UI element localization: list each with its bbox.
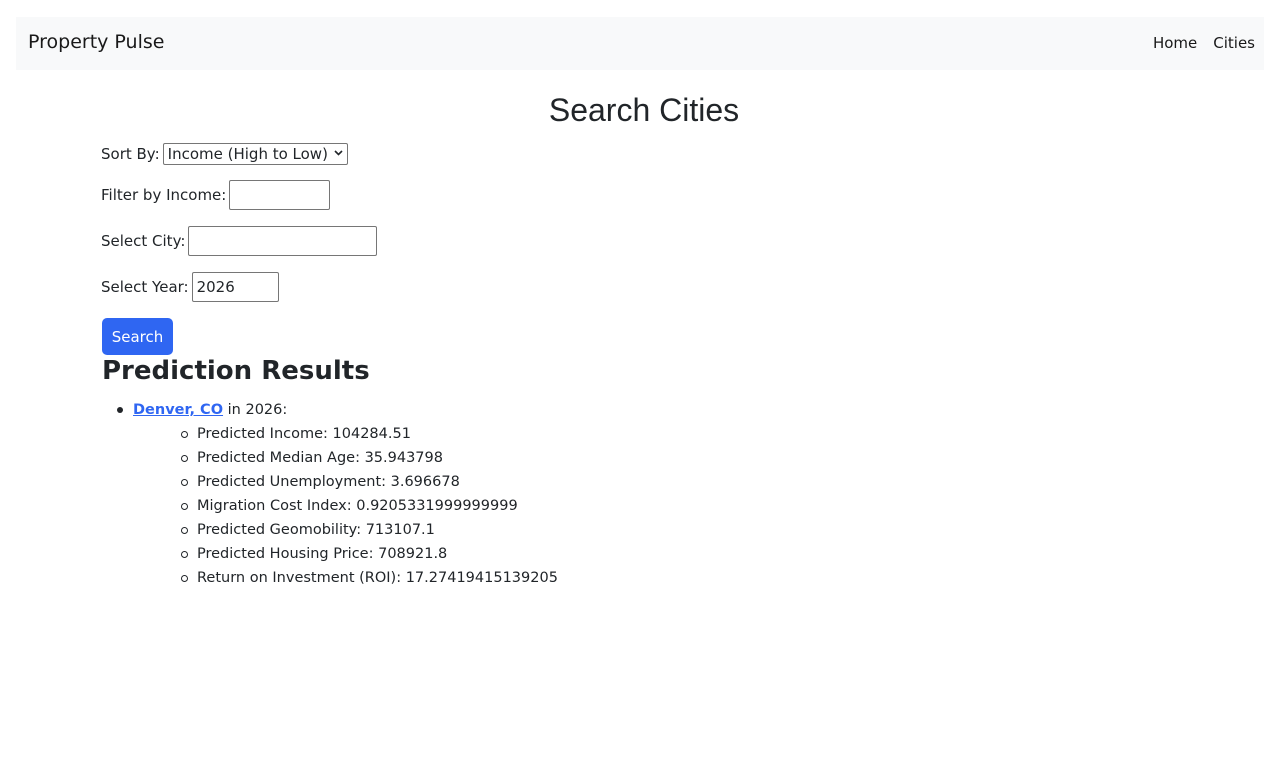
city-label: Select City: bbox=[101, 232, 186, 250]
navbar: Property Pulse Home Cities bbox=[16, 17, 1264, 70]
detail-unemployment: Predicted Unemployment: 3.696678 bbox=[197, 474, 460, 490]
circle-bullet-icon bbox=[181, 527, 188, 534]
detail-item: Return on Investment (ROI): 17.274194151… bbox=[133, 566, 558, 590]
circle-bullet-icon bbox=[181, 551, 188, 558]
detail-item: Migration Cost Index: 0.9205331999999999 bbox=[133, 494, 558, 518]
year-row: Select Year: bbox=[101, 272, 279, 302]
city-input[interactable] bbox=[188, 226, 378, 256]
page-title: Search Cities bbox=[548, 92, 740, 128]
chevron-down-icon bbox=[334, 149, 343, 159]
detail-item: Predicted Unemployment: 3.696678 bbox=[133, 470, 558, 494]
detail-item: Predicted Geomobility: 713107.1 bbox=[133, 518, 558, 542]
income-filter-input[interactable] bbox=[229, 180, 331, 210]
income-row: Filter by Income: bbox=[101, 180, 331, 210]
circle-bullet-icon bbox=[181, 431, 188, 438]
detail-migration-cost: Migration Cost Index: 0.9205331999999999 bbox=[197, 498, 518, 514]
brand-link[interactable]: Property Pulse bbox=[28, 31, 164, 53]
income-label: Filter by Income: bbox=[101, 186, 227, 204]
results-title: Prediction Results bbox=[102, 356, 370, 386]
detail-geomobility: Predicted Geomobility: 713107.1 bbox=[197, 522, 435, 538]
circle-bullet-icon bbox=[181, 479, 188, 486]
year-input[interactable] bbox=[191, 272, 279, 302]
nav-links: Home Cities bbox=[1153, 34, 1255, 52]
sort-select[interactable]: Income (High to Low) bbox=[162, 143, 348, 165]
result-item: Denver, CO in 2026: Predicted Income: 10… bbox=[101, 398, 558, 590]
city-link[interactable]: Denver, CO bbox=[133, 402, 223, 418]
sort-selected-value: Income (High to Low) bbox=[167, 145, 328, 163]
result-details: Predicted Income: 104284.51 Predicted Me… bbox=[133, 422, 558, 590]
bullet-icon bbox=[117, 407, 123, 413]
sort-label: Sort By: bbox=[101, 145, 160, 163]
detail-median-age: Predicted Median Age: 35.943798 bbox=[197, 450, 443, 466]
city-row: Select City: bbox=[101, 226, 378, 256]
detail-item: Predicted Income: 104284.51 bbox=[133, 422, 558, 446]
year-label: Select Year: bbox=[101, 278, 189, 296]
result-year-text: in 2026: bbox=[227, 402, 288, 418]
search-button[interactable]: Search bbox=[102, 318, 173, 355]
circle-bullet-icon bbox=[181, 575, 188, 582]
nav-link-home[interactable]: Home bbox=[1153, 34, 1197, 52]
detail-housing-price: Predicted Housing Price: 708921.8 bbox=[197, 546, 448, 562]
detail-item: Predicted Housing Price: 708921.8 bbox=[133, 542, 558, 566]
circle-bullet-icon bbox=[181, 503, 188, 510]
detail-item: Predicted Median Age: 35.943798 bbox=[133, 446, 558, 470]
sort-row: Sort By: Income (High to Low) bbox=[101, 142, 348, 166]
nav-link-cities[interactable]: Cities bbox=[1213, 34, 1255, 52]
detail-roi: Return on Investment (ROI): 17.274194151… bbox=[197, 570, 558, 586]
results-list: Denver, CO in 2026: Predicted Income: 10… bbox=[101, 398, 558, 590]
detail-income: Predicted Income: 104284.51 bbox=[197, 426, 411, 442]
circle-bullet-icon bbox=[181, 455, 188, 462]
